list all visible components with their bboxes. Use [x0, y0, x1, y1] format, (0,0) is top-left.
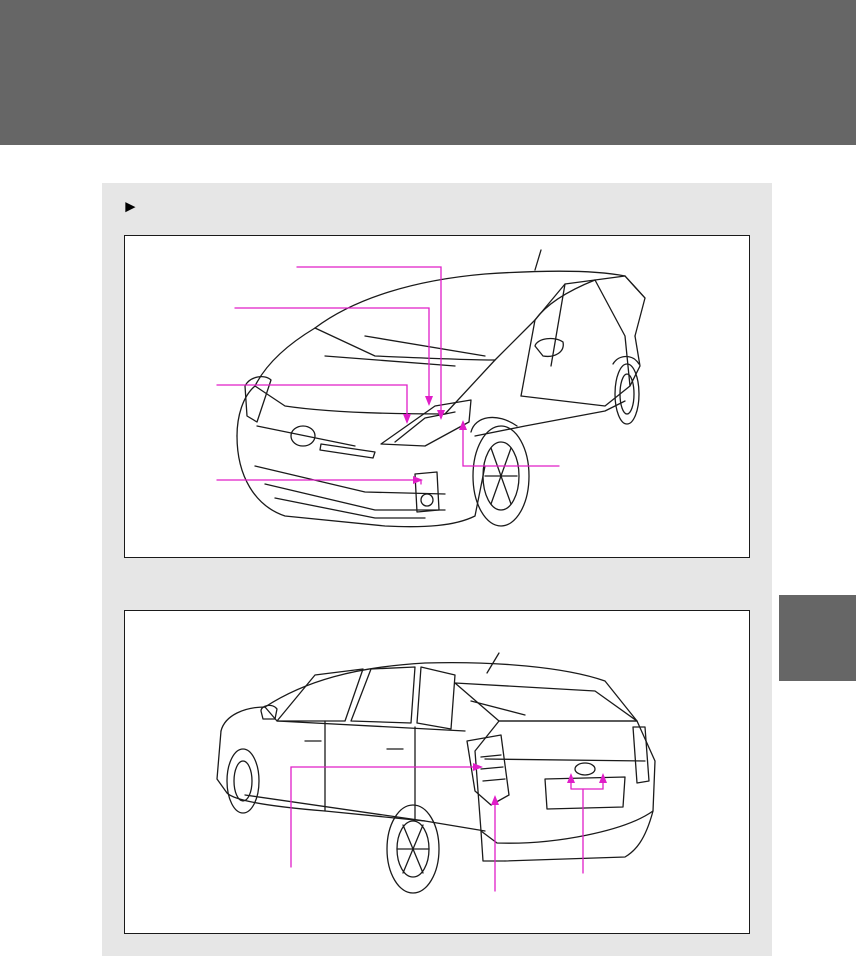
front-view-figure	[124, 235, 750, 558]
section-marker-icon: ►	[122, 197, 139, 216]
chapter-header-band	[0, 0, 856, 145]
rear-car-drawing	[216, 652, 656, 894]
front-car-drawing	[216, 249, 646, 528]
chapter-side-tab	[779, 595, 856, 681]
rear-view-figure	[124, 610, 750, 934]
